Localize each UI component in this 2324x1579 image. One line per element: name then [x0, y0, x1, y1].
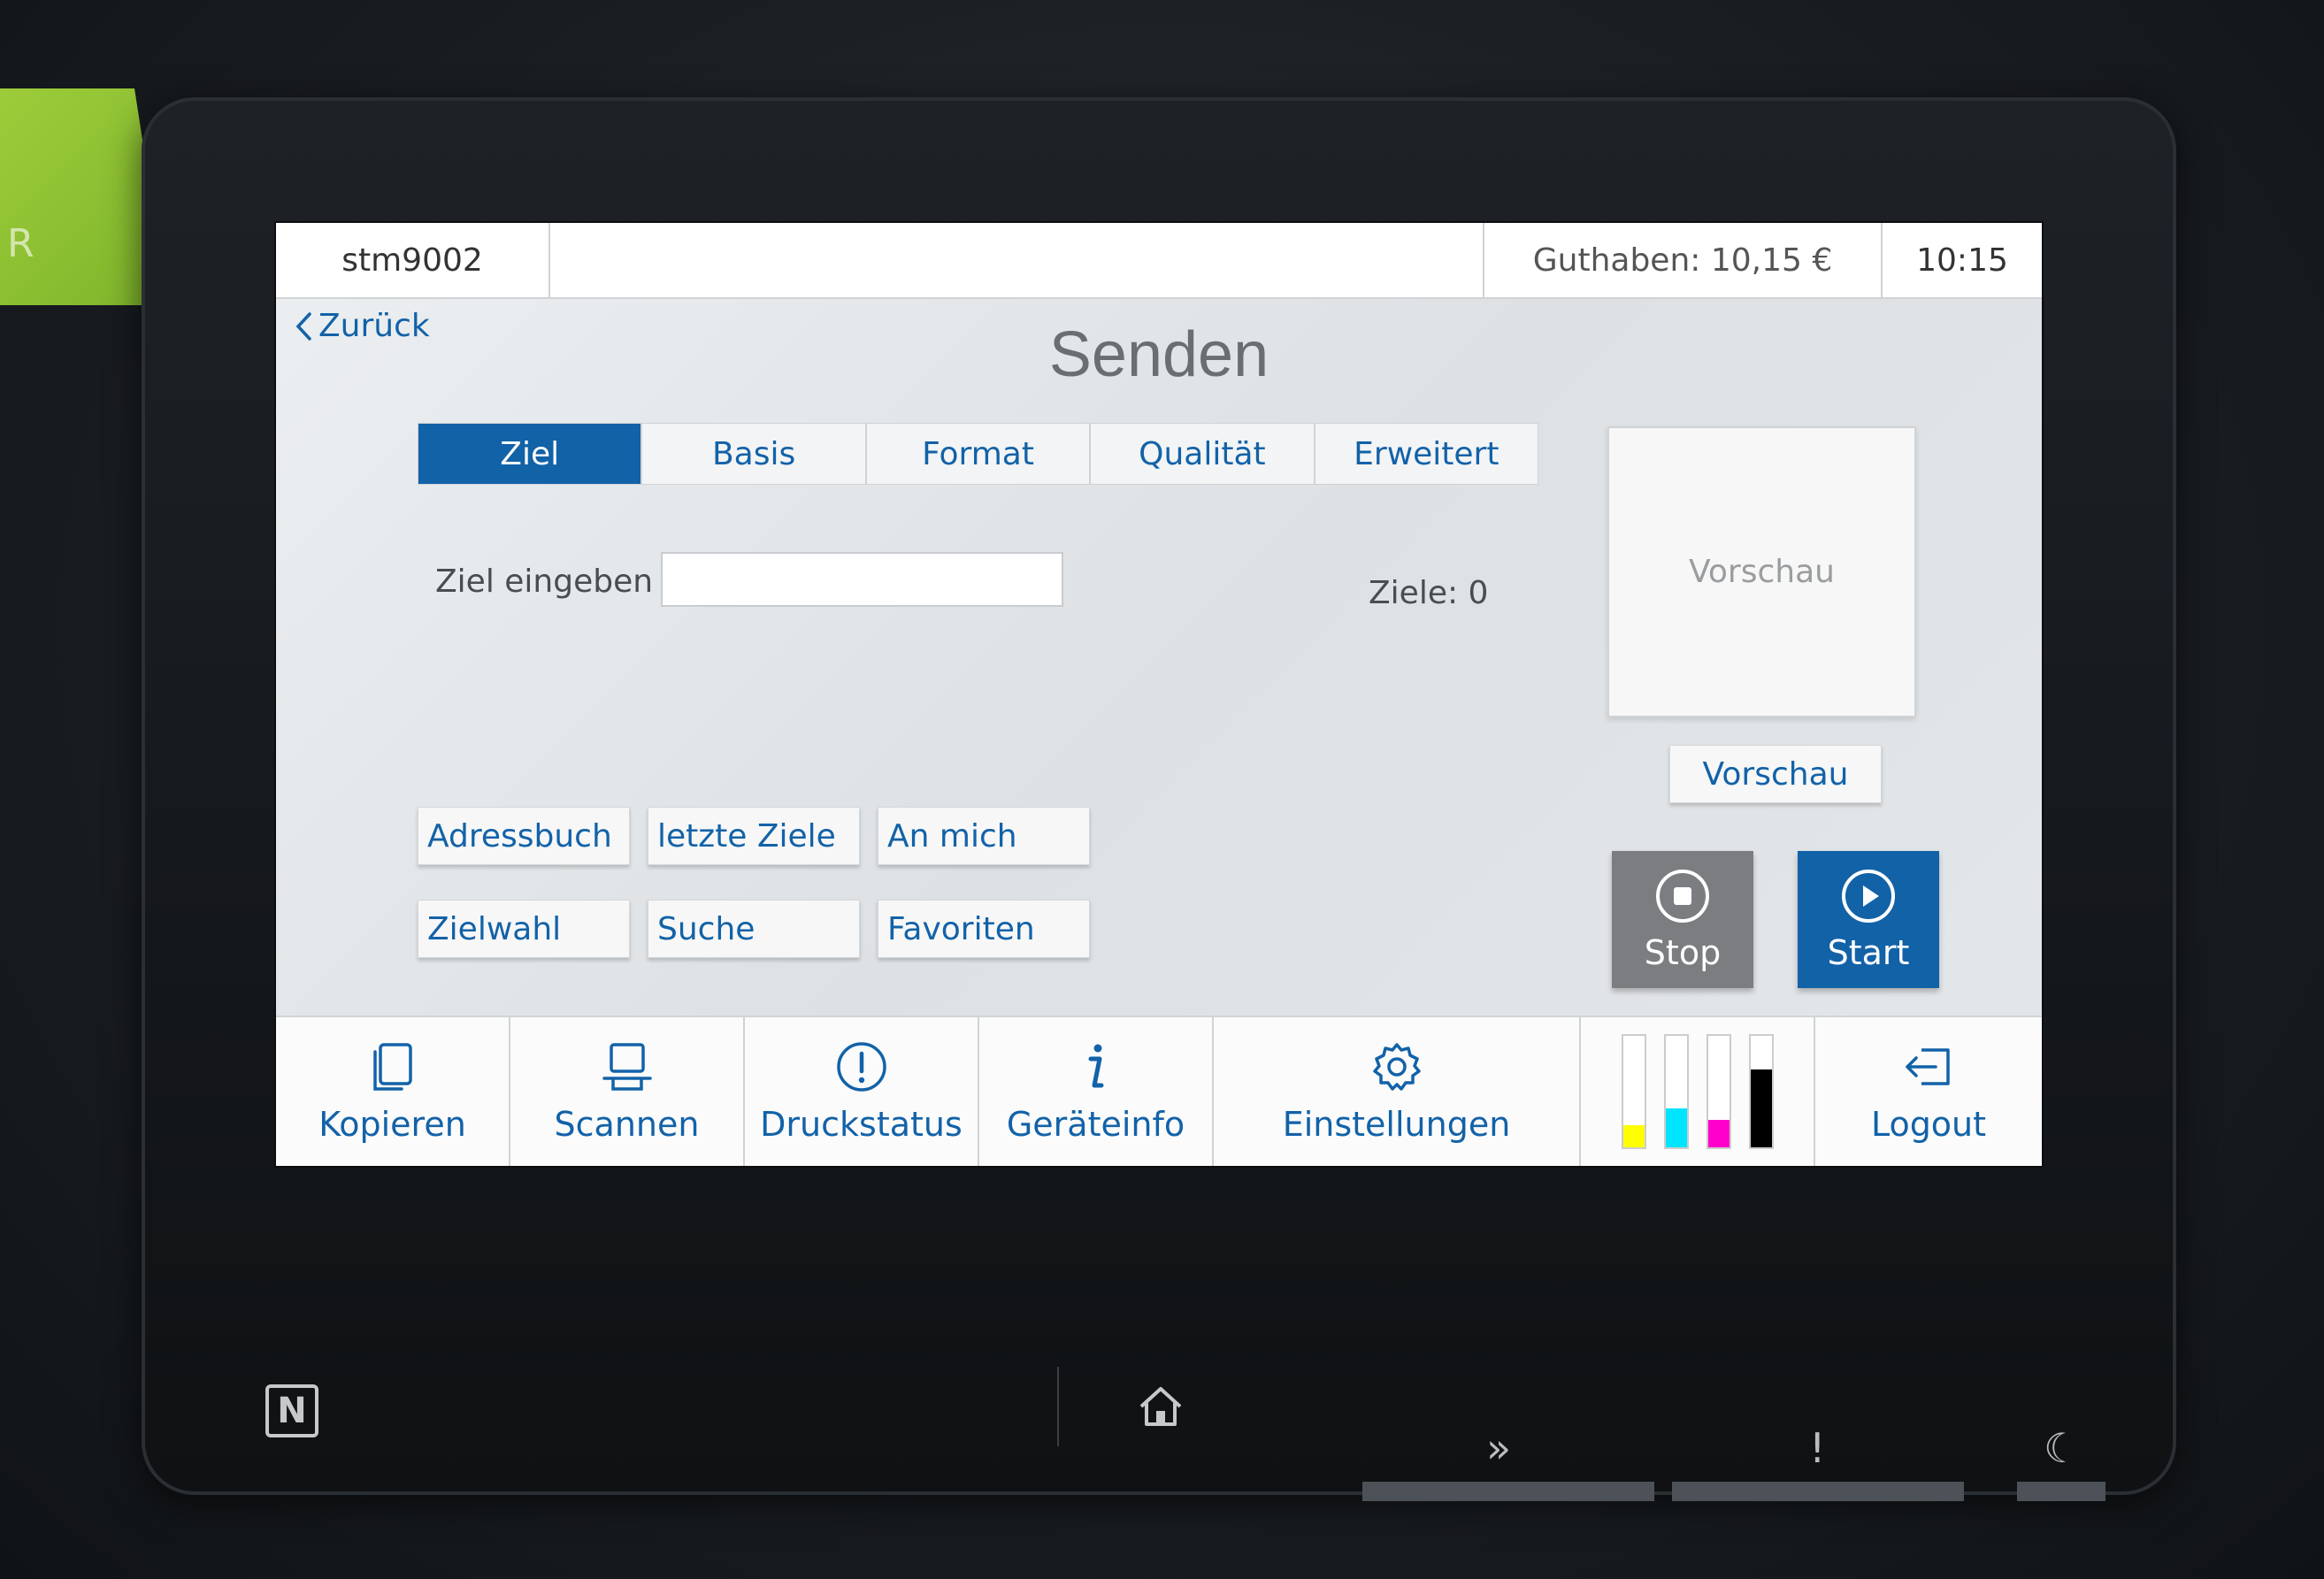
toner-yellow-bar — [1621, 1034, 1646, 1149]
logout-icon — [1906, 1048, 1950, 1085]
zielwahl-button[interactable]: Zielwahl — [418, 900, 630, 958]
alert-circle-icon — [836, 1042, 886, 1092]
toner-levels[interactable] — [1581, 1017, 1815, 1166]
stop-button[interactable]: Stop — [1612, 851, 1753, 988]
nav-einstellungen[interactable]: Einstellungen — [1214, 1017, 1581, 1166]
preview-button[interactable]: Vorschau — [1669, 745, 1882, 803]
destination-label: Ziel eingeben — [435, 563, 654, 600]
sleep-indicator-icon: ☾ — [2044, 1424, 2081, 1472]
bottom-nav: Kopieren Scannen Druckstatus Geräteinfo … — [276, 1016, 2042, 1166]
indicator-strip — [2017, 1482, 2105, 1501]
page-title: Senden — [1048, 319, 1269, 390]
credit-balance: Guthaben: 10,15 € — [1484, 223, 1883, 297]
status-spacer — [550, 223, 1484, 297]
nav-kopieren[interactable]: Kopieren — [276, 1017, 510, 1166]
nfc-icon: N — [265, 1384, 318, 1437]
home-button[interactable] — [1057, 1367, 1262, 1446]
toner-magenta-fill — [1707, 1119, 1730, 1147]
nav-scannen[interactable]: Scannen — [510, 1017, 745, 1166]
green-label-text: R — [7, 221, 35, 266]
an-mich-button[interactable]: An mich — [878, 807, 1090, 865]
toner-black-bar — [1748, 1034, 1774, 1149]
stop-label: Stop — [1644, 932, 1722, 972]
user-id: stm9002 — [276, 223, 550, 297]
toner-cyan-bar — [1663, 1034, 1689, 1149]
preview-area: Vorschau — [1607, 426, 1916, 717]
tab-bar: Ziel Basis Format Qualität Erweitert — [418, 423, 1538, 485]
nav-logout[interactable]: Logout — [1815, 1017, 2042, 1166]
toner-black-fill — [1750, 1069, 1772, 1147]
nav-einstellungen-label: Einstellungen — [1282, 1105, 1511, 1144]
preview-placeholder: Vorschau — [1689, 554, 1835, 590]
toner-magenta-bar — [1706, 1034, 1731, 1149]
favoriten-button[interactable]: Favoriten — [878, 900, 1090, 958]
copy-icon — [372, 1043, 412, 1091]
start-label: Start — [1827, 932, 1910, 972]
destination-count: Ziele: 0 — [1369, 575, 1489, 611]
home-icon — [1139, 1387, 1182, 1426]
nav-geraeteinfo[interactable]: Geräteinfo — [979, 1017, 1214, 1166]
nav-druckstatus-label: Druckstatus — [760, 1105, 963, 1144]
data-indicator-icon: » — [1486, 1424, 1512, 1472]
adressbuch-button[interactable]: Adressbuch — [418, 807, 630, 865]
letzte-ziele-button[interactable]: letzte Ziele — [648, 807, 860, 865]
tab-qualitaet[interactable]: Qualität — [1091, 424, 1315, 484]
toner-yellow-fill — [1622, 1124, 1645, 1147]
toner-bars — [1621, 1034, 1774, 1149]
start-button[interactable]: Start — [1798, 851, 1939, 988]
nav-logout-label: Logout — [1870, 1105, 1987, 1144]
indicator-strip — [1672, 1482, 1964, 1501]
error-indicator-icon: ! — [1809, 1424, 1826, 1472]
nav-kopieren-label: Kopieren — [318, 1105, 466, 1144]
tab-format[interactable]: Format — [867, 424, 1092, 484]
touch-screen: stm9002 Guthaben: 10,15 € 10:15 Zurück S… — [274, 221, 2044, 1168]
stop-icon — [1656, 869, 1709, 923]
play-icon — [1842, 869, 1895, 923]
toner-cyan-fill — [1665, 1108, 1687, 1147]
tab-erweitert[interactable]: Erweitert — [1315, 424, 1538, 484]
scanner-icon — [602, 1043, 652, 1091]
clock: 10:15 — [1916, 241, 2008, 279]
destination-input[interactable] — [661, 552, 1063, 607]
nav-druckstatus[interactable]: Druckstatus — [745, 1017, 979, 1166]
tab-basis[interactable]: Basis — [642, 424, 867, 484]
nav-scannen-label: Scannen — [554, 1105, 700, 1144]
status-bar: stm9002 Guthaben: 10,15 € 10:15 — [276, 223, 2042, 299]
gear-icon — [1372, 1043, 1421, 1091]
suche-button[interactable]: Suche — [648, 900, 860, 958]
indicator-strip — [1362, 1482, 1654, 1501]
nav-geraeteinfo-label: Geräteinfo — [1006, 1105, 1185, 1144]
info-icon — [1088, 1044, 1103, 1088]
tab-ziel[interactable]: Ziel — [418, 424, 643, 484]
